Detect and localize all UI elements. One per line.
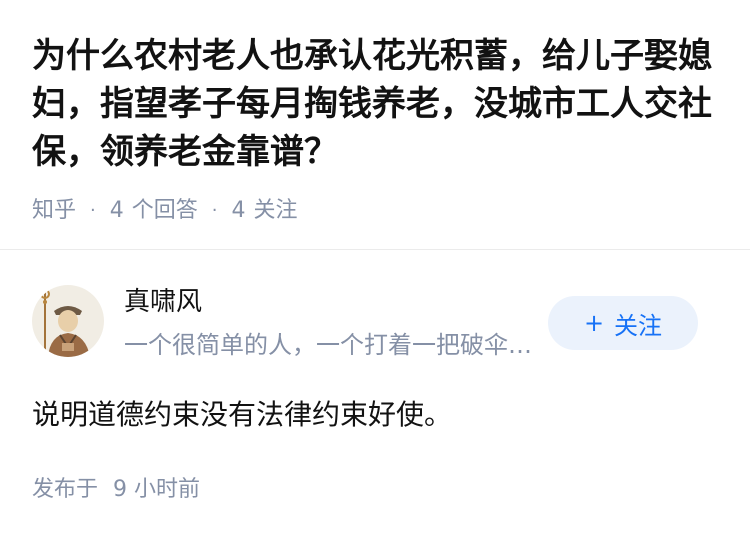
source-label[interactable]: 知乎 [32, 196, 76, 226]
avatar[interactable] [32, 285, 104, 357]
answers-label[interactable]: 个回答 [132, 196, 198, 226]
answer-card: 真啸风 一个很简单的人，一个打着一把破伞的人 + 关注 说明道德约束没有法律约束… [0, 251, 750, 540]
answer-content[interactable]: 说明道德约束没有法律约束好使。 [32, 395, 452, 435]
answers-count: 4 [109, 198, 124, 223]
published-time: 9 小时前 [113, 477, 201, 502]
question-meta: 知乎 · 4 个回答 · 4 关注 [32, 196, 298, 226]
plus-icon: + [583, 309, 605, 337]
answer-timestamp: 发布于 9 小时前 [32, 475, 200, 505]
published-prefix: 发布于 [32, 477, 99, 502]
author-name[interactable]: 真啸风 [124, 285, 202, 319]
follow-button[interactable]: + 关注 [548, 296, 698, 350]
question-title[interactable]: 为什么农村老人也承认花光积蓄，给儿子娶媳妇，指望孝子每月掏钱养老，没城市工人交社… [32, 32, 722, 176]
meta-separator: · [90, 200, 96, 221]
avatar-image [32, 285, 104, 357]
question-card: 为什么农村老人也承认花光积蓄，给儿子娶媳妇，指望孝子每月掏钱养老，没城市工人交社… [0, 0, 750, 250]
author-bio: 一个很简单的人，一个打着一把破伞的人 [124, 331, 544, 359]
followers-label[interactable]: 关注 [254, 196, 298, 226]
follow-label: 关注 [614, 311, 663, 340]
followers-count: 4 [231, 198, 246, 223]
meta-separator: · [211, 200, 218, 221]
